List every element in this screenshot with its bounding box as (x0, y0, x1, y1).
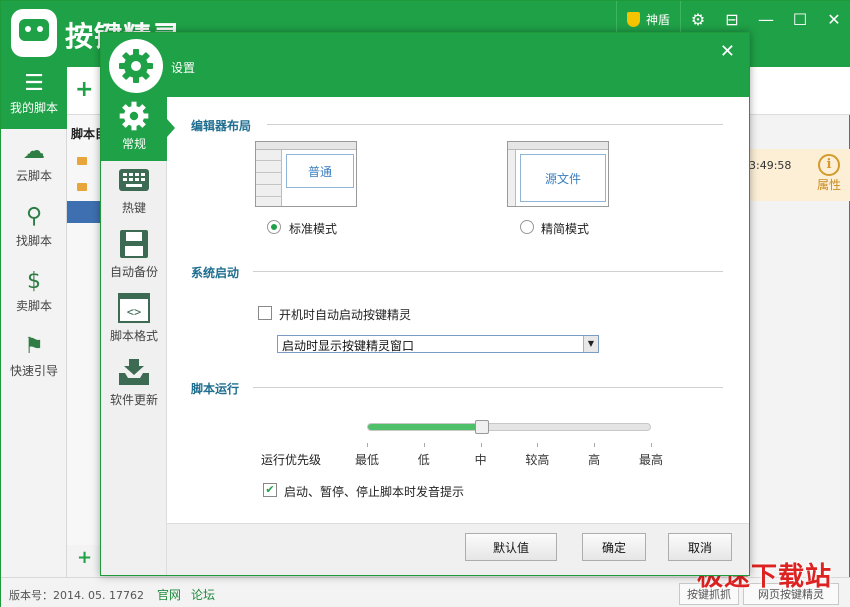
sidebar-item-my-scripts[interactable]: ☰ 我的脚本 (1, 67, 67, 129)
official-site-link[interactable]: 官网 (157, 586, 181, 603)
dollar-icon: $ (27, 268, 41, 294)
startup-window-value: 启动时显示按键精灵窗口 (282, 339, 415, 353)
sound-prompt-checkbox[interactable]: ✔ (263, 483, 277, 497)
priority-slider[interactable] (367, 420, 651, 434)
shield-icon (626, 11, 640, 27)
sidebar-item-sell-scripts[interactable]: $ 卖脚本 (1, 265, 67, 327)
info-icon: i (818, 154, 840, 176)
section-divider (267, 124, 723, 125)
forum-link[interactable]: 论坛 (191, 586, 215, 603)
sidebar-item-label: 找脚本 (15, 234, 52, 248)
robot-logo-icon (11, 9, 57, 57)
priority-tick (480, 443, 482, 447)
simple-mode-radio[interactable] (520, 220, 534, 234)
settings-nav: 常规 热键 自动备份 <> 脚本格式 软件更新 (101, 97, 175, 575)
script-time: 3:49:58 (749, 159, 792, 172)
sidebar-item-find-scripts[interactable]: ⚲ 找脚本 (1, 200, 67, 262)
maximize-icon[interactable]: ☐ (783, 1, 817, 37)
sidebar-item-label: 快速引导 (9, 364, 58, 378)
folder-icon[interactable] (77, 183, 87, 191)
version-text: 版本号：2014. 05. 17762 (9, 589, 144, 602)
section-script-run: 脚本运行 (191, 382, 240, 396)
sound-prompt-label: 启动、暂停、停止脚本时发音提示 (284, 485, 465, 499)
gear-icon (109, 39, 163, 93)
dialog-close-icon[interactable]: ✕ (720, 41, 735, 62)
nav-auto-backup[interactable]: 自动备份 (101, 225, 167, 289)
priority-level-label: 最高 (638, 453, 663, 467)
nav-script-format[interactable]: <> 脚本格式 (101, 289, 167, 353)
section-editor-layout: 编辑器布局 (191, 119, 252, 133)
dialog-title: 设置 (171, 61, 196, 75)
ok-button[interactable]: 确定 (582, 533, 646, 561)
standard-mode-label: 标准模式 (289, 222, 338, 236)
simple-mode-label: 精简模式 (541, 222, 590, 236)
sidebar-item-cloud-scripts[interactable]: ☁ 云脚本 (1, 135, 67, 197)
add-folder-icon[interactable]: + (77, 547, 92, 568)
download-tray-icon (101, 353, 167, 391)
default-button[interactable]: 默认值 (465, 533, 557, 561)
floppy-disk-icon (101, 225, 167, 263)
cloud-icon: ☁ (23, 138, 45, 164)
add-icon[interactable]: + (75, 77, 93, 102)
cancel-button[interactable]: 取消 (668, 533, 732, 561)
code-icon: <> (101, 289, 167, 327)
folder-icon[interactable] (77, 157, 87, 165)
standard-layout-preview[interactable]: 普通 (255, 141, 357, 207)
nav-label: 常规 (121, 137, 146, 151)
nav-label: 软件更新 (109, 393, 158, 407)
startup-window-select[interactable]: 启动时显示按键精灵窗口 ▼ (277, 335, 599, 353)
minimize-icon[interactable]: — (749, 1, 783, 37)
priority-tick (423, 443, 425, 447)
priority-level-label: 中 (474, 453, 487, 467)
close-icon[interactable]: ✕ (817, 1, 850, 37)
signpost-icon: ⚑ (24, 333, 44, 359)
nav-software-update[interactable]: 软件更新 (101, 353, 167, 417)
app-sidebar: ☰ 我的脚本 ☁ 云脚本 ⚲ 找脚本 $ 卖脚本 ⚑ 快速引导 (1, 67, 67, 577)
properties-label: 属性 (816, 178, 841, 192)
section-system-startup: 系统启动 (191, 266, 240, 280)
autostart-label: 开机时自动启动按键精灵 (279, 308, 412, 322)
list-icon: ☰ (24, 70, 44, 96)
nav-hotkeys[interactable]: 热键 (101, 161, 167, 225)
nav-label: 脚本格式 (109, 329, 158, 343)
sidebar-item-label: 我的脚本 (9, 101, 58, 115)
priority-level-label: 高 (588, 453, 601, 467)
dialog-footer (167, 523, 749, 575)
section-divider (253, 387, 723, 388)
priority-slider-fill (368, 424, 482, 430)
keyboard-icon (101, 161, 167, 199)
standard-mode-radio[interactable] (267, 220, 281, 234)
nav-active-arrow (167, 119, 175, 137)
search-icon: ⚲ (25, 203, 43, 229)
priority-tick (594, 443, 596, 447)
simple-preview-label: 源文件 (520, 154, 606, 202)
sidebar-item-label: 卖脚本 (15, 299, 52, 313)
shield-label: 神盾 (645, 12, 670, 27)
standard-preview-label: 普通 (286, 154, 354, 188)
priority-tick (537, 443, 539, 447)
gear-icon (101, 97, 167, 135)
dialog-titlebar: 设置 ✕ (101, 33, 749, 97)
autostart-checkbox[interactable] (258, 306, 272, 320)
nav-label: 自动备份 (109, 265, 158, 279)
priority-tick (651, 443, 652, 447)
nav-label: 热键 (121, 201, 146, 215)
priority-level-label: 较高 (525, 453, 550, 467)
script-tree (67, 115, 103, 545)
priority-label: 运行优先级 (261, 453, 322, 467)
properties-button[interactable]: i 属性 (807, 149, 850, 201)
section-divider (253, 271, 723, 272)
priority-tick (367, 443, 368, 447)
sidebar-item-quick-guide[interactable]: ⚑ 快速引导 (1, 330, 67, 392)
chevron-down-icon: ▼ (583, 336, 598, 352)
nav-general[interactable]: 常规 (101, 97, 175, 161)
priority-slider-handle[interactable] (474, 420, 489, 434)
settings-dialog: 设置 ✕ 常规 热键 自动备份 <> 脚本格式 软件更新 编辑器布局 普通 源文… (100, 32, 750, 576)
simple-layout-preview[interactable]: 源文件 (507, 141, 609, 207)
priority-level-label: 低 (417, 453, 430, 467)
sidebar-item-label: 云脚本 (15, 169, 52, 183)
svg-text:<>: <> (127, 305, 141, 319)
priority-level-label: 最低 (354, 453, 379, 467)
